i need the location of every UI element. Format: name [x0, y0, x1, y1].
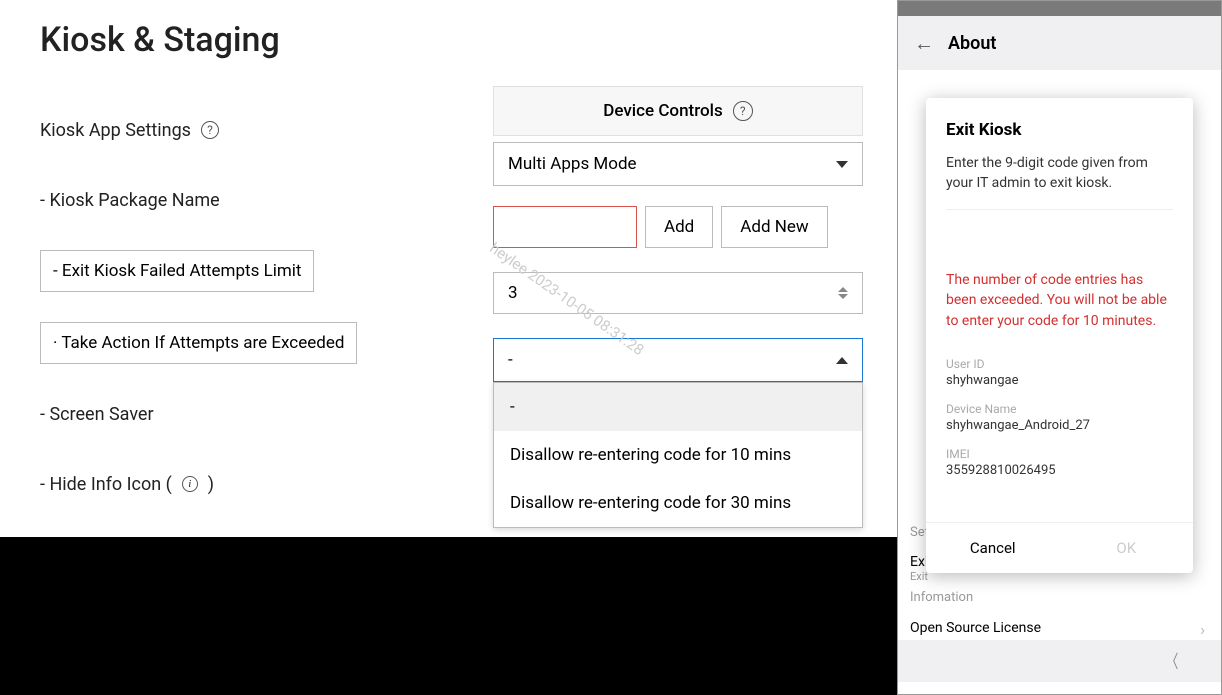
- ok-button: OK: [1060, 523, 1194, 573]
- chevron-down-icon: [838, 294, 848, 299]
- mobile-statusbar: [898, 1, 1221, 16]
- dropdown-option-30min[interactable]: Disallow re-entering code for 30 mins: [494, 479, 862, 527]
- hide-info-icon-label: - Hide Info Icon ( i): [40, 474, 214, 495]
- info-icon: i: [182, 476, 198, 492]
- kiosk-settings-panel: Kiosk & Staging Device Controls ? Kiosk …: [0, 0, 897, 537]
- take-action-label: · Take Action If Attempts are Exceeded: [40, 322, 357, 364]
- modal-description: Enter the 9-digit code given from your I…: [926, 154, 1193, 209]
- device-name-value: shyhwangae_Android_27: [946, 418, 1173, 433]
- hide-info-icon-close: ): [208, 474, 214, 495]
- failed-attempts-stepper[interactable]: 3: [493, 272, 863, 314]
- stepper-arrows[interactable]: [838, 287, 848, 299]
- dropdown-option-10min[interactable]: Disallow re-entering code for 10 mins: [494, 431, 862, 479]
- device-name-label: Device Name: [946, 402, 1173, 416]
- mobile-preview: ← About Settings Exi Exit Infomation Ope…: [897, 0, 1222, 695]
- imei-value: 355928810026495: [946, 463, 1173, 478]
- nav-back-icon[interactable]: 〈: [1166, 648, 1179, 674]
- help-icon[interactable]: ?: [201, 121, 219, 139]
- modal-error-message: The number of code entries has been exce…: [946, 209, 1173, 343]
- dropdown-option-blank[interactable]: -: [494, 383, 862, 431]
- mobile-body: Settings Exi Exit Infomation Open Source…: [898, 70, 1221, 640]
- kiosk-app-settings-label: Kiosk App Settings ?: [40, 120, 219, 141]
- take-action-value: -: [508, 350, 513, 370]
- package-name-input[interactable]: [493, 206, 637, 248]
- user-id-label: User ID: [946, 357, 1173, 371]
- kiosk-app-settings-text: Kiosk App Settings: [40, 120, 191, 141]
- chevron-down-icon: [836, 161, 848, 168]
- mobile-nav-bar: 〈: [898, 640, 1221, 682]
- page-title: Kiosk & Staging: [40, 20, 857, 60]
- exit-failed-limit-label: - Exit Kiosk Failed Attempts Limit: [40, 250, 314, 292]
- take-action-dropdown-list: - Disallow re-entering code for 10 mins …: [493, 382, 863, 528]
- kiosk-package-name-label: - Kiosk Package Name: [40, 190, 220, 211]
- device-controls-label: Device Controls: [603, 101, 722, 121]
- cancel-button[interactable]: Cancel: [926, 523, 1060, 573]
- device-controls-header: Device Controls ?: [493, 86, 863, 136]
- failed-attempts-value: 3: [508, 283, 518, 303]
- help-icon[interactable]: ?: [733, 101, 753, 121]
- imei-label: IMEI: [946, 447, 1173, 461]
- mobile-header-title: About: [948, 33, 996, 54]
- chevron-up-icon: [836, 357, 848, 364]
- chevron-up-icon: [838, 287, 848, 292]
- modal-title: Exit Kiosk: [926, 98, 1193, 154]
- add-new-button[interactable]: Add New: [721, 206, 827, 248]
- kiosk-mode-select[interactable]: Multi Apps Mode: [493, 142, 863, 186]
- kiosk-mode-value: Multi Apps Mode: [508, 154, 637, 174]
- hide-info-icon-text: - Hide Info Icon (: [40, 474, 172, 495]
- exit-kiosk-modal: Exit Kiosk Enter the 9-digit code given …: [926, 98, 1193, 573]
- back-arrow-icon[interactable]: ←: [914, 31, 934, 56]
- user-id-value: shyhwangae: [946, 373, 1173, 388]
- take-action-select[interactable]: -: [493, 338, 863, 382]
- mobile-header: ← About: [898, 16, 1221, 70]
- add-button[interactable]: Add: [645, 206, 713, 248]
- screen-saver-label: - Screen Saver: [40, 404, 154, 425]
